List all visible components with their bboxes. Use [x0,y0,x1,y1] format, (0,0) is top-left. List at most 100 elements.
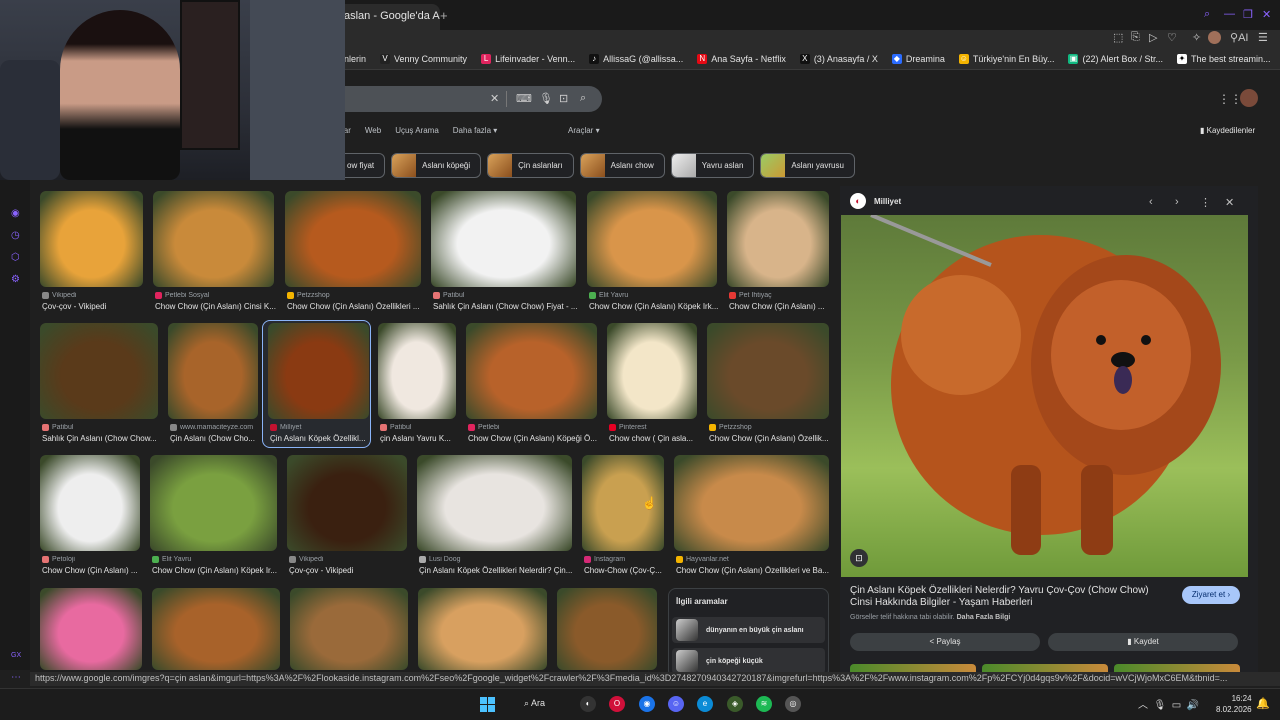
close-preview-icon[interactable]: ✕ [1225,196,1234,209]
result-thumbnail[interactable] [152,588,280,670]
minimize-icon[interactable]: — [1224,8,1235,20]
sidebar-history-icon[interactable]: ◷ [11,230,20,241]
result-thumbnail[interactable] [150,455,277,551]
result-thumbnail[interactable] [378,323,456,419]
result-source[interactable]: Elit Yavru [152,556,279,563]
result-thumbnail[interactable] [727,191,829,287]
result-source[interactable]: Elit Yavru [589,292,719,299]
taskbar-search[interactable]: ⌕ Ara [524,698,545,709]
result-source[interactable]: www.mamaciteyze.com [170,424,260,431]
result-source[interactable]: Milliyet [270,424,371,431]
menu-icon[interactable]: ☰ [1258,31,1268,44]
result-source[interactable]: Petzzshop [709,424,831,431]
preview-image[interactable] [841,215,1248,577]
start-button[interactable] [480,697,495,712]
opera-gx-icon[interactable]: O [609,696,625,712]
bookmark-item[interactable]: nlerin [344,54,366,64]
result-thumbnail[interactable] [290,588,408,670]
result-thumbnail[interactable] [607,323,697,419]
puzzle-icon[interactable]: ✧ [1192,31,1201,44]
taskbar-app-icon[interactable]: ◐ [580,696,596,712]
result-caption[interactable]: Chow Chow (Çin Aslanı) Köpek Ir... [152,566,279,575]
preview-source-name[interactable]: Milliyet [874,197,901,206]
result-thumbnail[interactable] [557,588,657,670]
account-avatar[interactable] [1240,89,1258,107]
lens-icon[interactable]: ⊡ [559,92,568,105]
result-source[interactable]: Hayvanlar.net [676,556,831,563]
result-source[interactable]: Pet İhtiyaç [729,292,831,299]
result-thumbnail[interactable] [285,191,421,287]
related-search-item[interactable]: dünyanın en büyük çin aslanı [672,617,825,643]
result-caption[interactable]: Sahlık Çin Aslanı (Chow Chow... [42,434,160,443]
learn-more-link[interactable]: Daha Fazla Bilgi [957,614,1011,621]
result-source[interactable]: Petzzshop [287,292,423,299]
result-caption[interactable]: Chow Chow (Çin Aslanı) Cinsi K... [155,302,276,311]
discord-icon[interactable]: ☺ [668,696,684,712]
notification-icon[interactable]: 🔔 [1256,697,1270,710]
preview-title[interactable]: Çin Aslanı Köpek Özellikleri Nelerdir? Y… [850,585,1170,609]
sidebar-target-icon[interactable]: ◉ [11,208,20,219]
filter-tab-more[interactable]: Daha fazla ▾ [453,126,497,135]
related-search-item[interactable]: çin köpeği küçük [672,648,825,674]
result-source[interactable]: Patibul [380,424,458,431]
result-caption[interactable]: Çov-çov - Vikipedi [42,302,145,311]
result-thumbnail[interactable] [40,323,158,419]
result-caption[interactable]: çin Aslanı Yavru K... [380,434,458,443]
bookmark-item[interactable]: ☺ Türkiye'nin En Büy... [958,53,1054,64]
result-source[interactable]: Vikipedi [289,556,409,563]
result-caption[interactable]: Sahlık Çin Aslanı (Chow Chow) Fiyat - ..… [433,302,578,311]
bookmark-item[interactable]: L Lifeinvader - Venn... [481,53,575,64]
previous-icon[interactable]: ‹ [1149,196,1153,208]
maximize-icon[interactable]: ❐ [1243,8,1253,21]
close-window-icon[interactable]: ✕ [1262,8,1271,21]
chrome-icon[interactable]: ◉ [639,696,655,712]
result-thumbnail[interactable] [587,191,717,287]
snapshot-icon[interactable]: ⎘ [1131,31,1140,44]
bookmark-item[interactable]: ◆ Dreamina [891,53,945,64]
result-thumbnail[interactable] [153,191,274,287]
obs-icon[interactable]: ◎ [785,696,801,712]
next-icon[interactable]: › [1175,196,1179,208]
result-thumbnail[interactable] [466,323,597,419]
result-caption[interactable]: Chow Chow (Çin Aslanı) Özellikleri ... [287,302,423,311]
search-tabs-icon[interactable]: ⌕ [1204,8,1210,21]
new-tab-button[interactable]: + [440,8,448,23]
result-thumbnail[interactable] [431,191,576,287]
result-source[interactable]: Petlebi [468,424,599,431]
result-thumbnail[interactable] [418,588,547,670]
bookmark-item[interactable]: ✦ The best streamin... [1177,53,1271,64]
microphone-icon[interactable]: 🎙 [539,92,553,105]
result-caption[interactable]: Chow Chow (Çin Aslanı) ... [42,566,142,575]
bookmark-item[interactable]: ▣ (22) Alert Box / Str... [1068,53,1163,64]
result-caption[interactable]: Çin Aslanı (Chow Cho... [170,434,260,443]
browser-tab-active[interactable]: aslan - Google'da Ara [330,4,440,30]
bookmark-item[interactable]: ♪ AllissaG (@allissa... [589,53,683,64]
app-icon[interactable]: ◈ [727,696,743,712]
chip-yavru-aslan[interactable]: Yavru aslan [670,153,755,178]
saved-link[interactable]: ▮ Kaydedilenler [1200,126,1255,135]
visit-button[interactable]: Ziyaret et › [1182,586,1240,604]
result-thumbnail[interactable] [40,191,143,287]
result-source[interactable]: Petoloji [42,556,142,563]
clock[interactable]: 16:24 8.02.2026 [1216,693,1252,715]
google-apps-icon[interactable]: ⋮⋮ [1218,92,1242,106]
play-icon[interactable]: ▷ [1149,31,1157,44]
result-caption[interactable]: Chow chow ( Çin asla... [609,434,699,443]
result-source[interactable]: Patibul [42,424,160,431]
result-thumbnail[interactable] [40,588,142,670]
chip-cin-aslanlari[interactable]: Çin aslanları [487,153,574,178]
result-caption[interactable]: Chow Chow (Çin Aslanı) Özellikleri ve Ba… [676,566,831,575]
save-button[interactable]: ▮ Kaydet [1048,633,1238,651]
bookmark-item[interactable]: V Venny Community [380,53,467,64]
sidebar-more-icon[interactable]: ⋯ [11,672,21,683]
result-thumbnail[interactable] [168,323,258,419]
chip-aslani-kopegi[interactable]: Aslanı köpeği [391,153,482,178]
result-caption[interactable]: Çin Aslanı Köpek Özellikleri Nelerdir? Ç… [419,566,574,575]
extension-icon[interactable]: ⬚ [1113,31,1123,44]
result-caption[interactable]: Çov-çov - Vikipedi [289,566,409,575]
result-thumbnail[interactable] [417,455,572,551]
result-source[interactable]: Vikipedi [42,292,145,299]
spotify-icon[interactable]: ≋ [756,696,772,712]
profile-avatar-icon[interactable] [1208,31,1221,44]
sidebar-settings-icon[interactable]: ⚙ [11,274,20,285]
